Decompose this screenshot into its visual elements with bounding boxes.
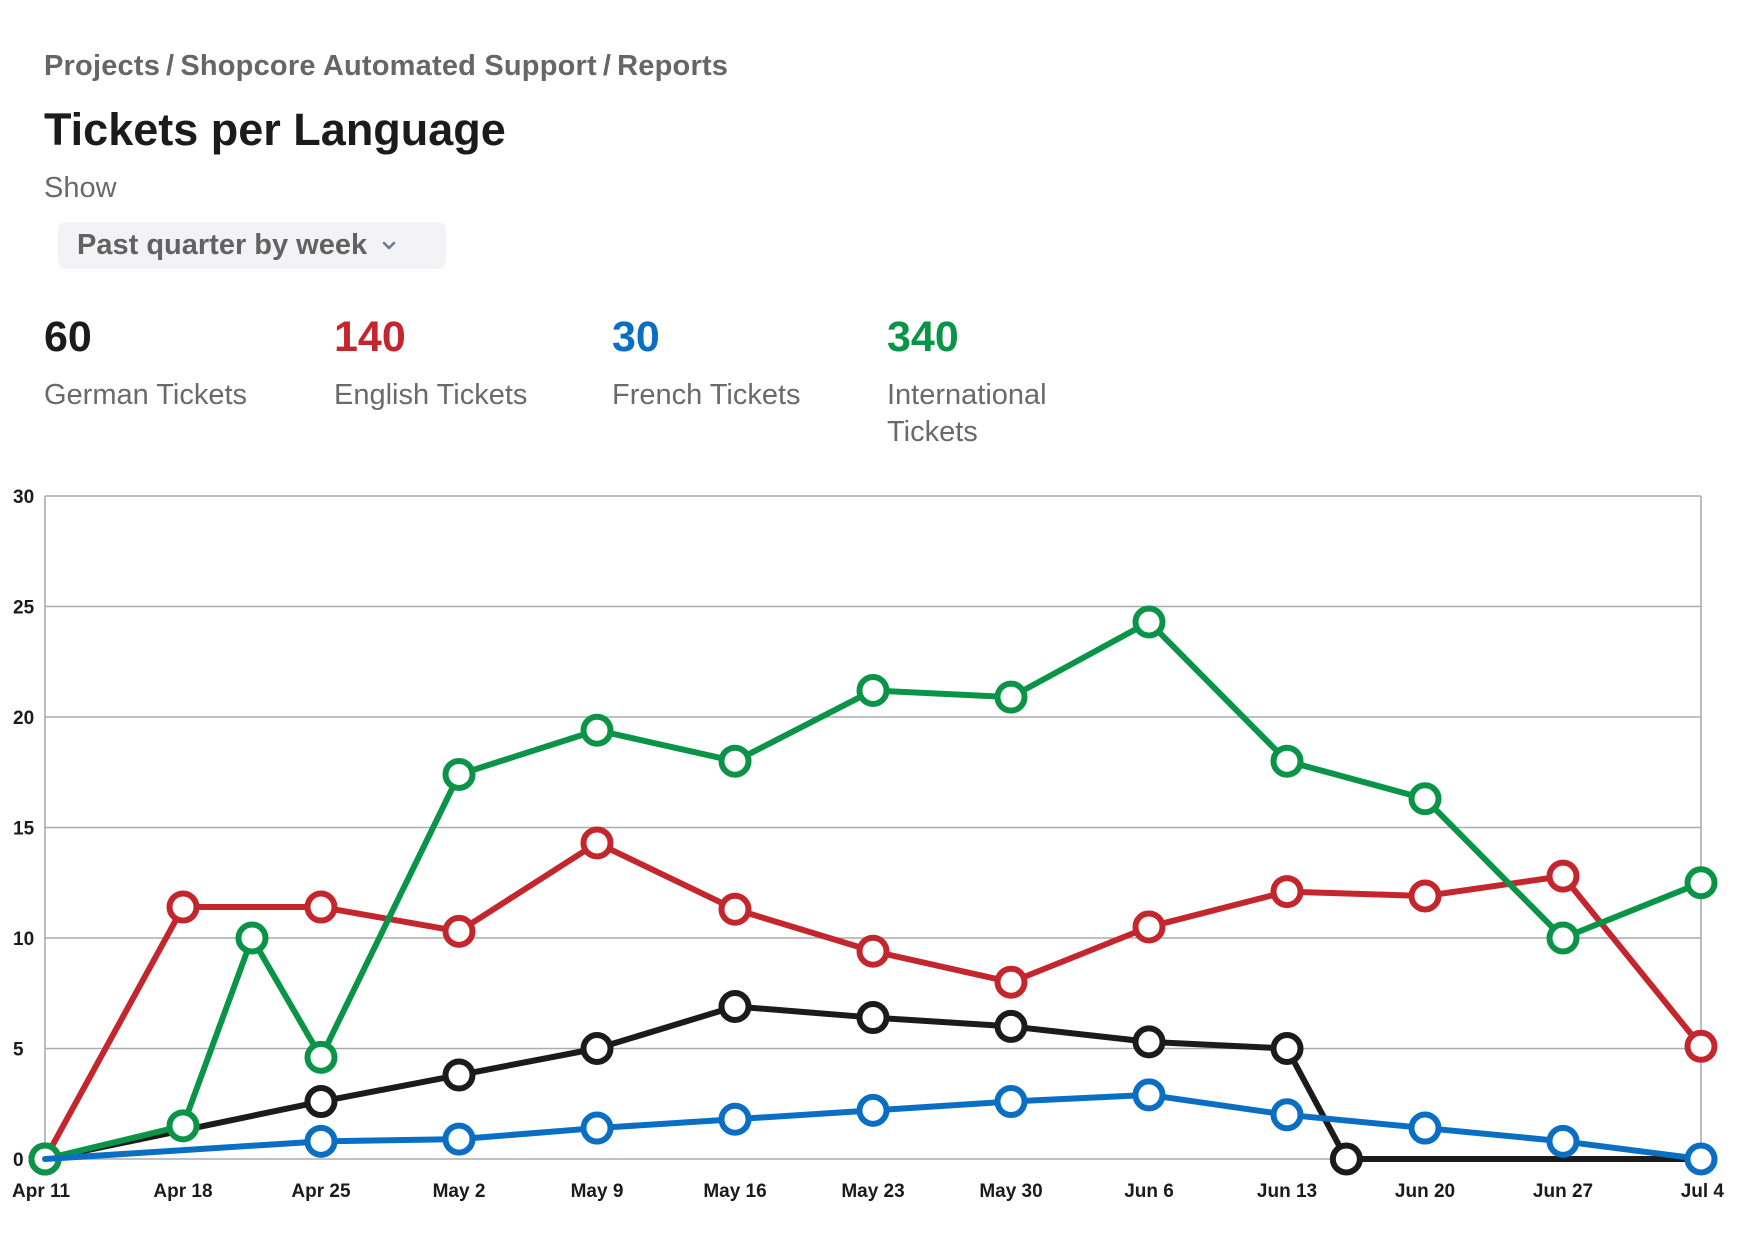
breadcrumb-separator: /: [166, 50, 175, 82]
data-point: [442, 757, 476, 791]
stat-value: 340: [887, 313, 959, 361]
data-point: [718, 1102, 752, 1136]
x-tick-label: May 2: [433, 1181, 486, 1202]
data-point: [856, 934, 890, 968]
data-point: [994, 1009, 1028, 1043]
data-point: [580, 1111, 614, 1145]
stat-international: 340 International Tickets: [887, 316, 1087, 451]
x-axis: Apr 11 Apr 18 Apr 25 May 2 May 9 May 16 May 23…: [12, 1181, 1724, 1202]
stat-label: English Tickets: [334, 379, 528, 411]
y-tick-label: 0: [13, 1150, 24, 1171]
data-point: [994, 1085, 1028, 1119]
data-point: [1408, 1111, 1442, 1145]
stat-label: German Tickets: [44, 379, 248, 411]
data-point: [442, 1058, 476, 1092]
y-axis: 0 5 10 15 20 25 30: [13, 487, 35, 1171]
data-point: [1684, 1142, 1718, 1176]
period-dropdown-value: Past quarter by week: [77, 229, 368, 261]
stat-label: International Tickets: [887, 379, 1047, 448]
x-tick-label: Jun 27: [1533, 1181, 1593, 1202]
data-point: [1546, 1124, 1580, 1158]
stat-value: 60: [44, 313, 92, 361]
x-tick-label: Apr 11: [12, 1181, 71, 1202]
x-tick-label: Apr 18: [153, 1181, 212, 1202]
x-tick-label: May 30: [979, 1181, 1042, 1202]
data-point: [580, 713, 614, 747]
y-tick-label: 25: [13, 598, 35, 619]
data-point: [1546, 921, 1580, 955]
x-tick-label: Jun 6: [1124, 1181, 1174, 1202]
x-tick-label: Jun 20: [1395, 1181, 1455, 1202]
data-point: [856, 1001, 890, 1035]
data-point: [166, 890, 200, 924]
data-point: [856, 1093, 890, 1127]
y-tick-label: 20: [13, 708, 34, 729]
line-chart: 0 5 10 15 20 25 30 Apr 11 Apr 18 Apr 25 May 2 May …: [12, 487, 1724, 1202]
stat-german: 60 German Tickets: [44, 316, 247, 414]
data-point: [1270, 1098, 1304, 1132]
breadcrumb-separator: /: [602, 50, 612, 82]
data-point: [304, 1040, 338, 1074]
data-point: [1546, 859, 1580, 893]
stat-value: 140: [334, 313, 406, 361]
x-tick-label: May 9: [571, 1181, 624, 1202]
y-tick-label: 10: [13, 929, 34, 950]
data-point: [235, 921, 269, 955]
page-title: Tickets per Language: [44, 104, 506, 155]
x-tick-label: Jun 13: [1257, 1181, 1317, 1202]
x-tick-label: May 16: [703, 1181, 766, 1202]
chevron-down-icon: [382, 241, 396, 249]
data-point: [1684, 1029, 1718, 1063]
stat-french: 30 French Tickets: [612, 316, 801, 414]
period-dropdown[interactable]: Past quarter by week: [58, 222, 446, 269]
data-point: [166, 1109, 200, 1143]
data-point: [304, 890, 338, 924]
data-point: [304, 1085, 338, 1119]
breadcrumb-projects[interactable]: Projects: [44, 50, 160, 82]
data-point: [304, 1124, 338, 1158]
stat-label: French Tickets: [612, 379, 801, 411]
x-tick-label: May 23: [841, 1181, 904, 1202]
data-point: [1684, 866, 1718, 900]
data-point: [1132, 910, 1166, 944]
data-point: [580, 826, 614, 860]
breadcrumb: Projects / Shopcore Automated Support / Repo…: [44, 50, 728, 83]
data-point: [994, 965, 1028, 999]
data-point: [718, 744, 752, 778]
data-point: [442, 914, 476, 948]
data-point: [718, 892, 752, 926]
y-tick-label: 15: [13, 819, 35, 840]
data-point: [856, 673, 890, 707]
data-point: [1132, 1078, 1166, 1112]
data-point: [994, 680, 1028, 714]
data-point: [1270, 744, 1304, 778]
filter-label: Show: [44, 172, 117, 204]
data-point: [1132, 605, 1166, 639]
data-point: [1408, 782, 1442, 816]
breadcrumb-project[interactable]: Shopcore Automated Support: [180, 50, 597, 82]
breadcrumb-reports[interactable]: Reports: [617, 50, 728, 82]
stat-english: 140 English Tickets: [334, 316, 527, 414]
y-tick-label: 5: [13, 1040, 24, 1061]
data-point: [580, 1032, 614, 1065]
data-point: [1408, 879, 1442, 913]
data-point: [718, 990, 752, 1024]
series-group: [28, 605, 1718, 1176]
data-point: [1270, 1032, 1304, 1065]
stat-value: 30: [612, 313, 660, 361]
x-tick-label: Apr 25: [291, 1181, 351, 1202]
data-point: [1329, 1142, 1363, 1176]
data-point: [442, 1122, 476, 1156]
y-tick-label: 30: [13, 487, 34, 508]
data-point: [1132, 1025, 1166, 1059]
x-tick-label: Jul 4: [1681, 1181, 1725, 1202]
data-point: [1270, 875, 1304, 909]
